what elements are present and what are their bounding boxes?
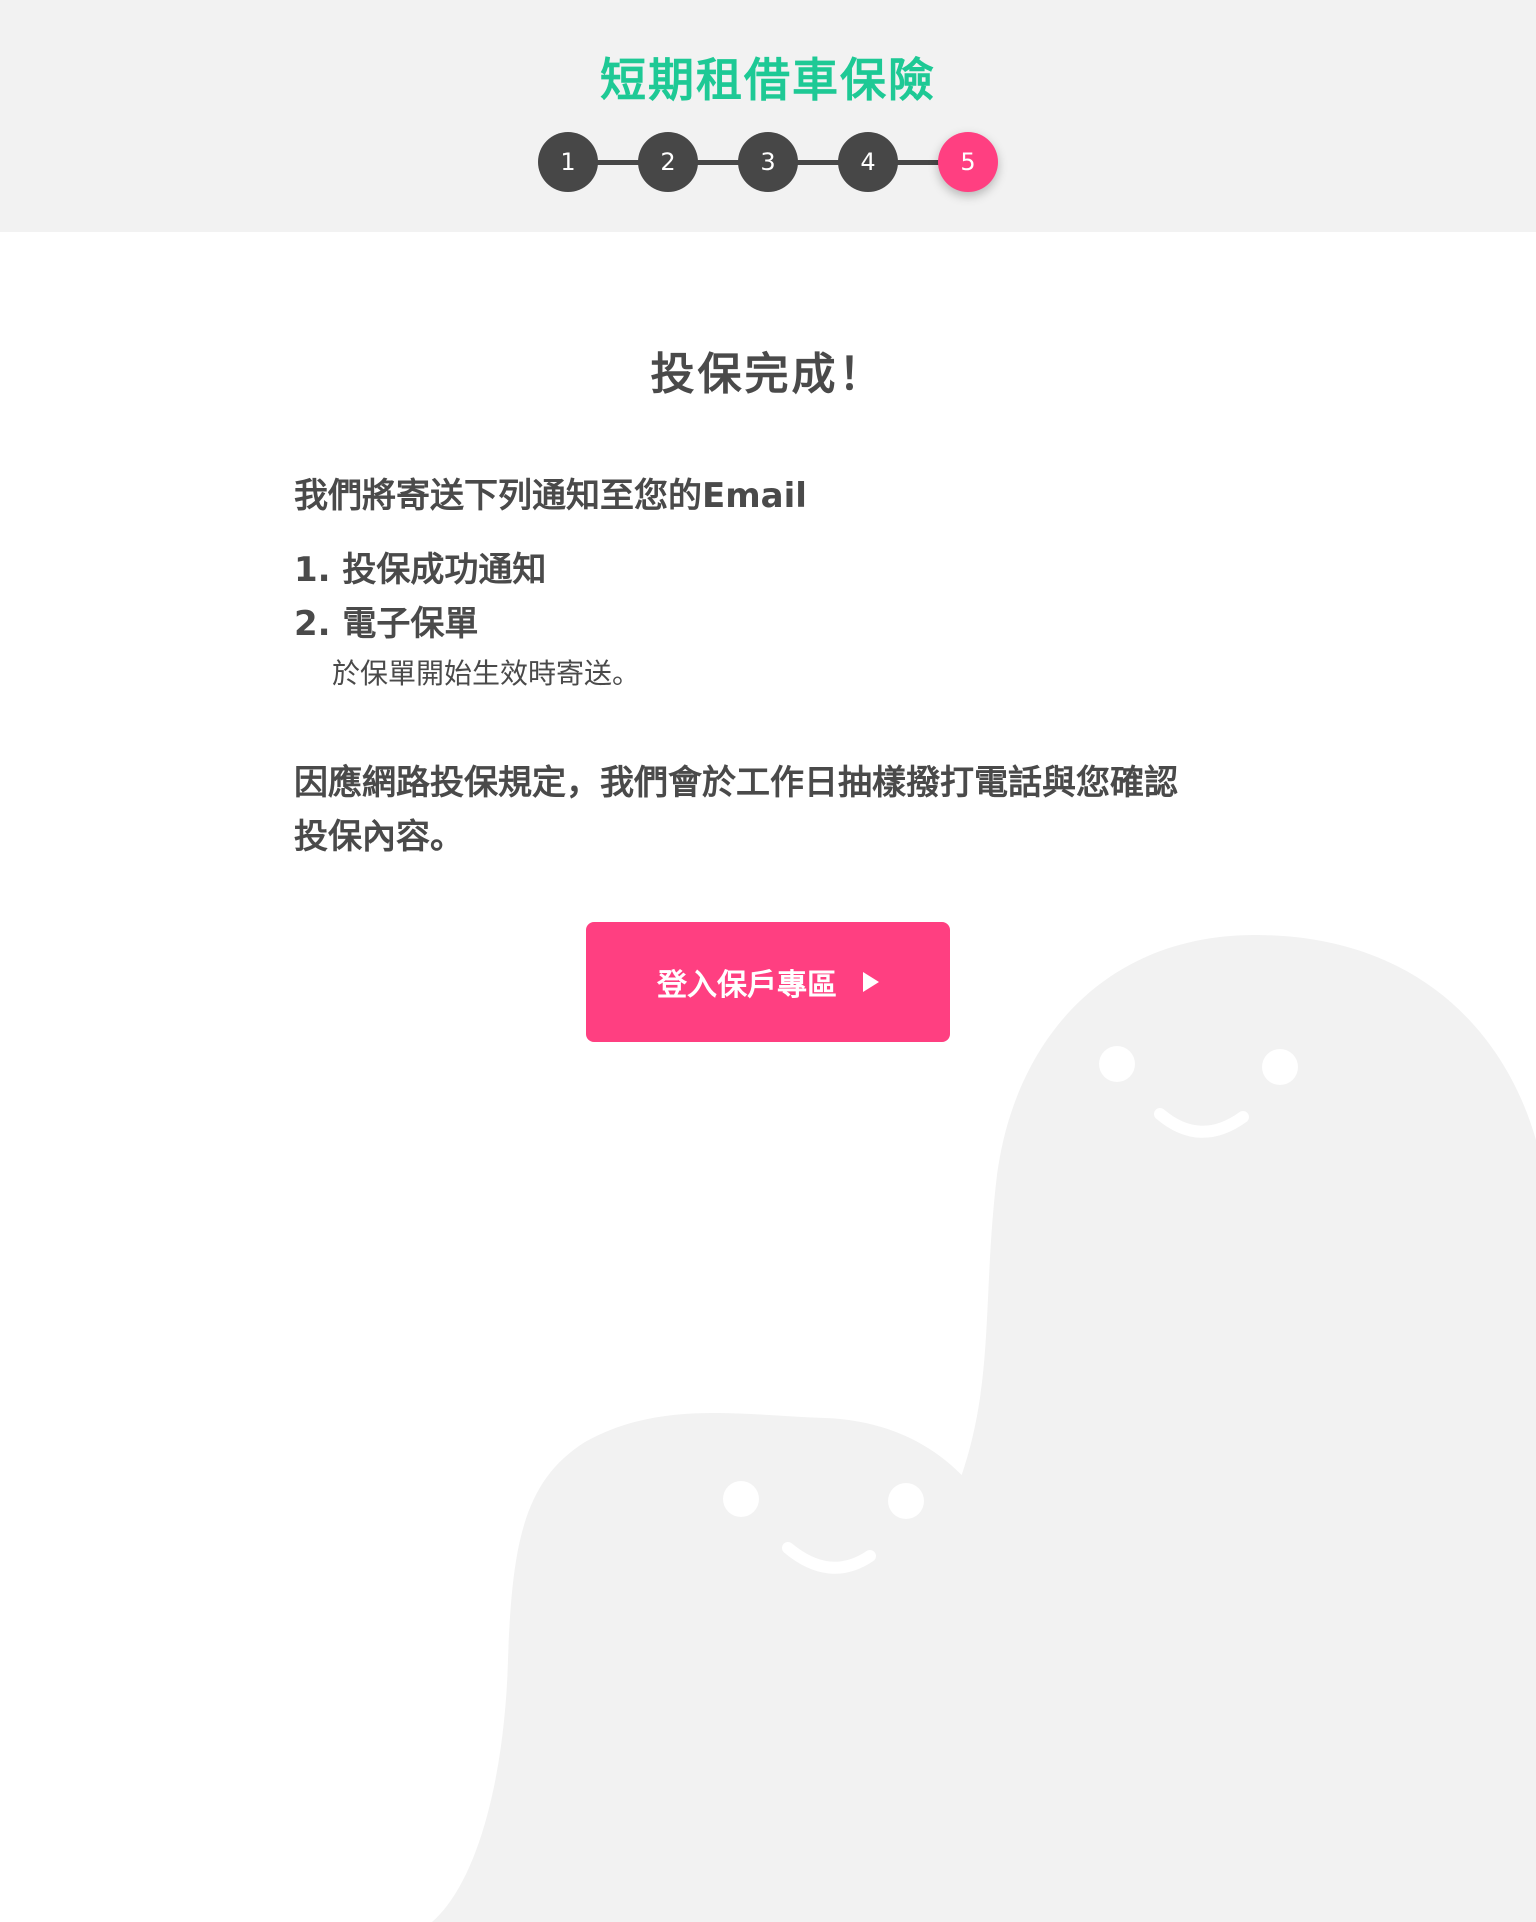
notice-item-e-policy: 2. 電子保單 — [294, 604, 479, 644]
large-ghost-left-eye — [1099, 1046, 1135, 1082]
verification-line-1: 因應網路投保規定，我們會於工作日抽樣撥打電話與您確認 — [294, 763, 1178, 803]
phone-verification-notice: 因應網路投保規定，我們會於工作日抽樣撥打電話與您確認 投保內容。 — [294, 756, 1254, 864]
small-ghost-right-eye — [888, 1483, 924, 1519]
email-intro-text: 我們將寄送下列通知至您的Email — [294, 476, 807, 516]
notice-item-success: 1. 投保成功通知 — [294, 550, 547, 590]
play-arrow-icon — [863, 972, 879, 992]
small-ghost-left-eye — [723, 1481, 759, 1517]
verification-line-2: 投保內容。 — [294, 817, 464, 857]
completion-title: 投保完成！ — [650, 349, 886, 400]
login-button-label: 登入保戶專區 — [657, 968, 837, 1003]
login-member-area-button[interactable]: 登入保戶專區 — [586, 922, 950, 1042]
policy-send-note: 於保單開始生效時寄送。 — [332, 657, 641, 690]
large-ghost-right-eye — [1262, 1049, 1298, 1085]
